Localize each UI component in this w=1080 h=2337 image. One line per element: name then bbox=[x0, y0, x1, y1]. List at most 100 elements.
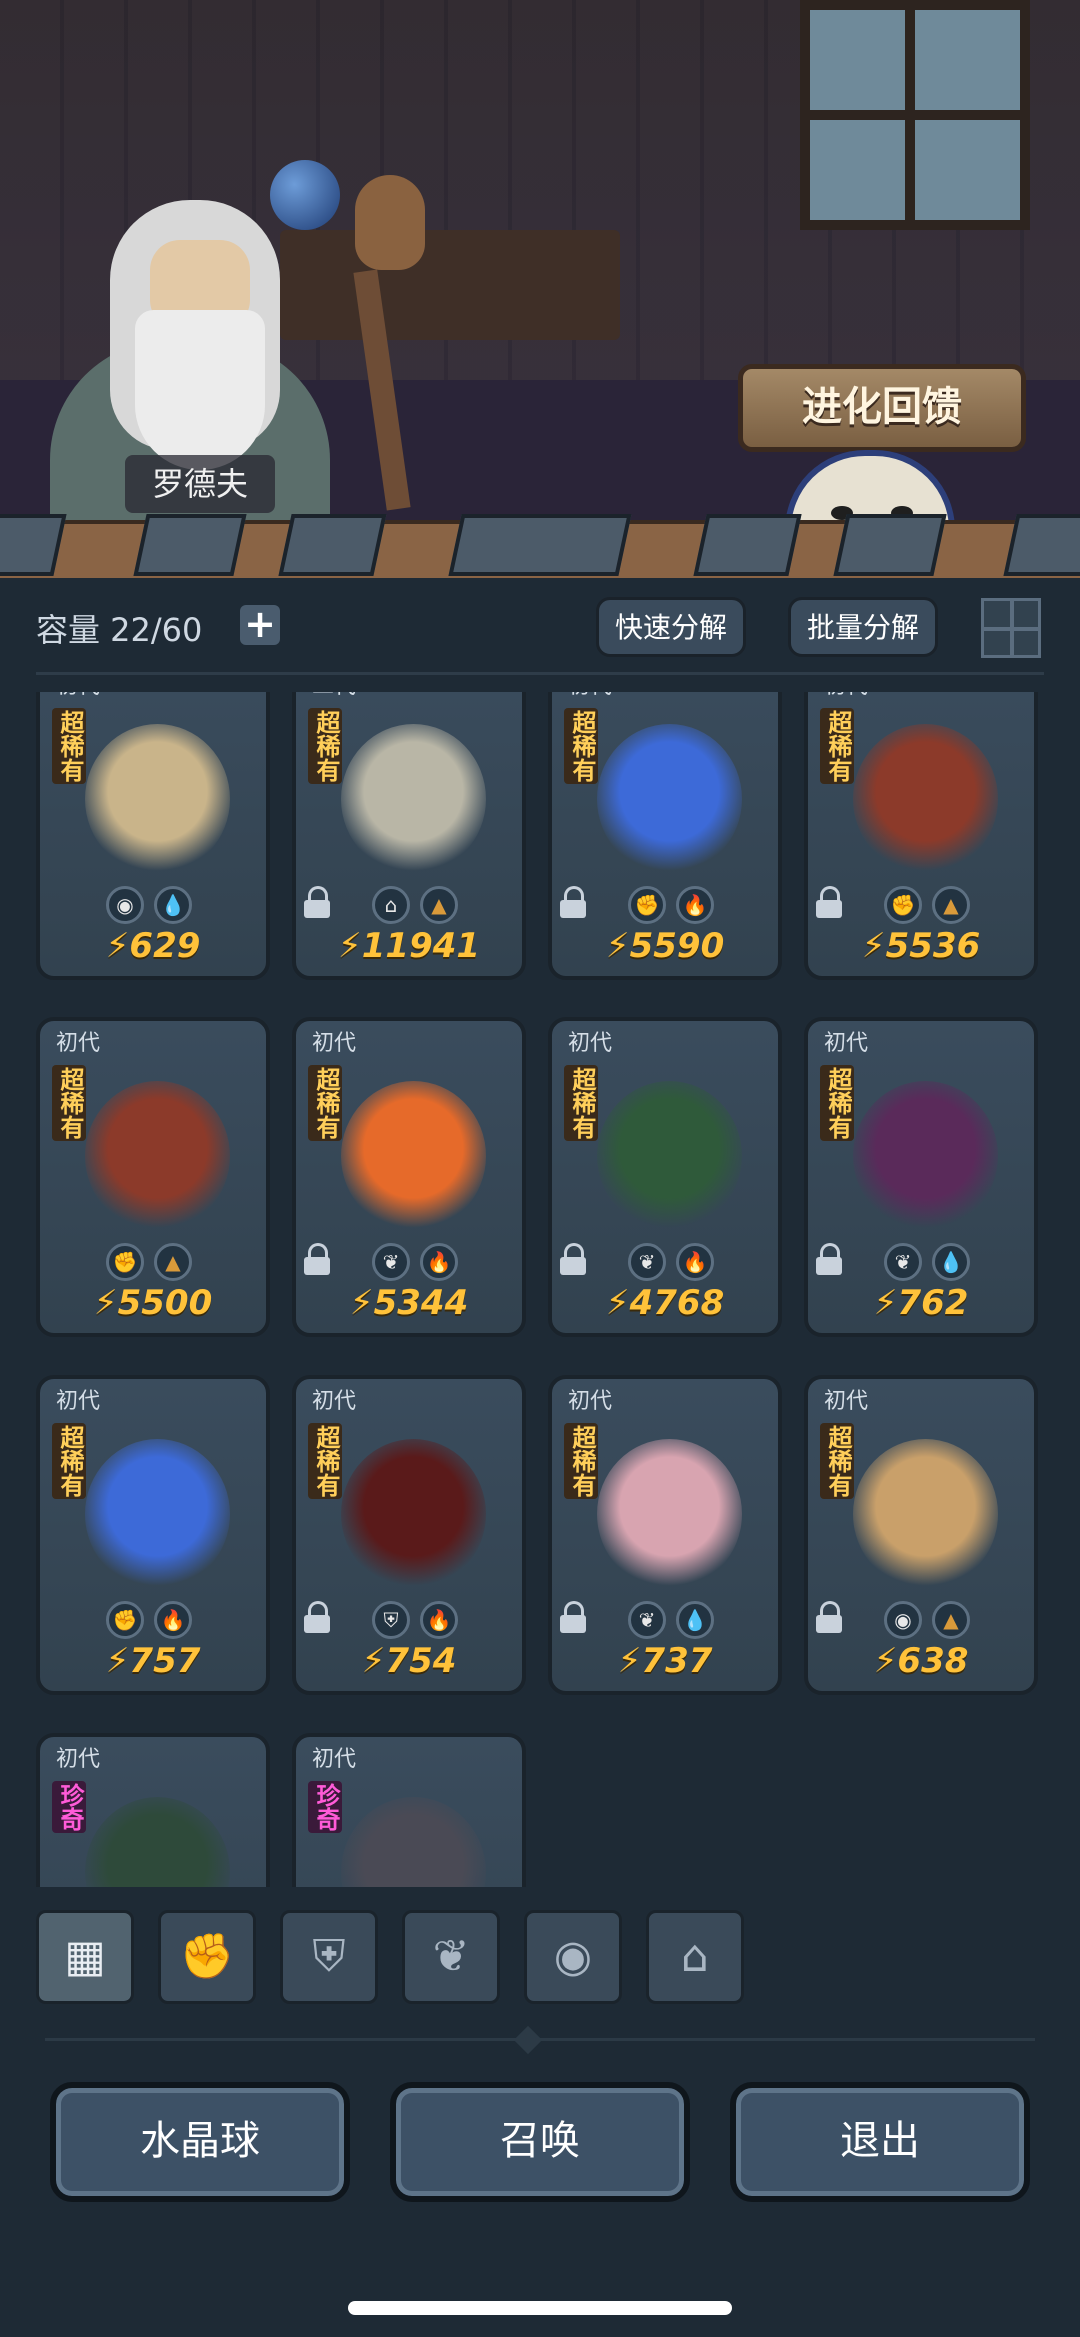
monster-card[interactable]: 初代 超稀有 ❦ 🔥 ⚡5344 bbox=[292, 1017, 526, 1337]
lock-icon[interactable] bbox=[560, 1601, 588, 1633]
power-value: ⚡5590 bbox=[605, 926, 725, 966]
quick-decompose-button[interactable]: 快速分解 bbox=[596, 597, 746, 657]
generation-label: 初代 bbox=[56, 1031, 101, 1056]
power-value: ⚡757 bbox=[105, 1641, 201, 1681]
lock-icon[interactable] bbox=[304, 1243, 332, 1275]
house-filter-icon[interactable]: ⌂ bbox=[646, 1910, 744, 2004]
monster-card[interactable]: 初代 超稀有 ❦ 💧 ⚡762 bbox=[804, 1017, 1038, 1337]
monster-card[interactable]: 初代超稀有派◉💧⚡629 bbox=[36, 692, 270, 980]
power-value: ⚡629 bbox=[105, 926, 201, 966]
plus-icon[interactable]: + bbox=[240, 605, 280, 645]
lock-icon[interactable] bbox=[816, 1601, 844, 1633]
monster-portrait bbox=[853, 1081, 998, 1231]
generation-label: 初代 bbox=[824, 1031, 869, 1056]
rarity-badge: 珍奇 bbox=[308, 1781, 342, 1833]
monster-portrait bbox=[341, 1081, 486, 1231]
power-value: ⚡638 bbox=[873, 1641, 969, 1681]
sprout-filter-icon[interactable]: ❦ bbox=[402, 1910, 500, 2004]
monster-portrait bbox=[853, 724, 998, 874]
all-filter-icon[interactable]: ▦ bbox=[36, 1910, 134, 2004]
fire-icon: 🔥 bbox=[420, 1243, 458, 1281]
earth-icon: ▲ bbox=[154, 1243, 192, 1281]
monster-card[interactable]: 初代超稀有 ✊ 🔥⚡5590 bbox=[548, 692, 782, 980]
alien-icon: ◉ bbox=[884, 1601, 922, 1639]
power-value: ⚡737 bbox=[617, 1641, 713, 1681]
monster-card[interactable]: 初代 超稀有 ◉ ▲ ⚡638 bbox=[804, 1375, 1038, 1695]
generation-label: 初代 bbox=[312, 1747, 357, 1772]
sprout-icon: ❦ bbox=[628, 1601, 666, 1639]
generation-label: 初代 bbox=[312, 1389, 357, 1414]
generation-label: 初代 bbox=[568, 1389, 613, 1414]
generation-label: 初代 bbox=[56, 692, 100, 700]
monster-portrait bbox=[597, 1081, 742, 1231]
fist-icon: ✊ bbox=[884, 886, 922, 924]
shield-filter-icon[interactable]: ⛨ bbox=[280, 1910, 378, 2004]
monster-card[interactable]: 初代 超稀有 ❦ 🔥 ⚡4768 bbox=[548, 1017, 782, 1337]
water-icon: 💧 bbox=[154, 886, 192, 924]
house-icon: ⌂ bbox=[372, 886, 410, 924]
owl-figure bbox=[355, 175, 425, 270]
monster-card[interactable]: 初代 超稀有 ✊ ▲ ⚡5500 bbox=[36, 1017, 270, 1337]
generation-label: 初代 bbox=[568, 1031, 613, 1056]
rarity-badge: 超稀有 bbox=[308, 708, 342, 784]
monster-card[interactable]: 初代珍奇 bbox=[292, 1733, 526, 1887]
monster-card[interactable]: 初代 超稀有 ✊ 🔥 ⚡757 bbox=[36, 1375, 270, 1695]
fist-filter-icon[interactable]: ✊ bbox=[158, 1910, 256, 2004]
crystal-ball-button[interactable]: 水晶球 bbox=[50, 2082, 350, 2202]
sprout-icon: ❦ bbox=[372, 1243, 410, 1281]
home-indicator[interactable] bbox=[348, 2301, 732, 2315]
lock-icon[interactable] bbox=[816, 886, 844, 918]
earth-icon: ▲ bbox=[420, 886, 458, 924]
monster-card[interactable]: 初代珍奇 bbox=[36, 1733, 270, 1887]
monster-portrait bbox=[597, 724, 742, 874]
npc-name-label: 罗德夫 bbox=[125, 455, 275, 513]
fire-icon: 🔥 bbox=[420, 1601, 458, 1639]
monster-portrait bbox=[85, 724, 230, 874]
summon-button[interactable]: 召唤 bbox=[390, 2082, 690, 2202]
monster-portrait bbox=[853, 1439, 998, 1589]
alien-filter-icon[interactable]: ◉ bbox=[524, 1910, 622, 2004]
power-value: ⚡5500 bbox=[93, 1283, 213, 1323]
fist-icon: ✊ bbox=[106, 1601, 144, 1639]
scene-background: 罗德夫 进化回馈 bbox=[0, 0, 1080, 575]
fire-icon: 🔥 bbox=[676, 886, 714, 924]
monster-card[interactable]: 二代超稀有 ⌂ ▲⚡11941 bbox=[292, 692, 526, 980]
lock-icon[interactable] bbox=[560, 1243, 588, 1275]
lock-icon[interactable] bbox=[816, 1243, 844, 1275]
generation-label: 二代 bbox=[312, 692, 356, 700]
rarity-badge: 超稀有 bbox=[564, 1423, 598, 1499]
generation-label: 初代 bbox=[56, 1747, 101, 1772]
monster-portrait bbox=[597, 1439, 742, 1589]
power-value: ⚡5536 bbox=[861, 926, 981, 966]
power-value: ⚡762 bbox=[873, 1283, 969, 1323]
exit-button[interactable]: 退出 bbox=[730, 2082, 1030, 2202]
rarity-badge: 超稀有 bbox=[564, 1065, 598, 1141]
sprout-icon: ❦ bbox=[884, 1243, 922, 1281]
monster-card[interactable]: 初代 超稀有 ⛨ 🔥 ⚡754 bbox=[292, 1375, 526, 1695]
rarity-badge: 珍奇 bbox=[52, 1781, 86, 1833]
fire-icon: 🔥 bbox=[676, 1243, 714, 1281]
toolbar-divider bbox=[36, 672, 1044, 675]
earth-icon: ▲ bbox=[932, 886, 970, 924]
rarity-badge: 超稀有 bbox=[52, 1065, 86, 1141]
lock-icon[interactable] bbox=[304, 1601, 332, 1633]
monster-card-grid[interactable]: 初代超稀有派◉💧⚡629二代超稀有⌂▲⚡11941初代超稀有✊🔥⚡5590初代超… bbox=[36, 692, 1046, 1887]
monster-portrait bbox=[341, 724, 486, 874]
sprout-icon: ❦ bbox=[628, 1243, 666, 1281]
lock-icon[interactable] bbox=[560, 886, 588, 918]
grid-view-icon[interactable] bbox=[981, 598, 1041, 658]
monster-portrait bbox=[85, 1797, 230, 1887]
monster-card[interactable]: 初代超稀有 ✊ ▲⚡5536 bbox=[804, 692, 1038, 980]
earth-icon: ▲ bbox=[932, 1601, 970, 1639]
lock-icon[interactable] bbox=[304, 886, 332, 918]
evolution-feedback-button[interactable]: 进化回馈 bbox=[738, 364, 1026, 452]
element-filter-row: ▦ ✊ ⛨ ❦ ◉ ⌂ bbox=[36, 1910, 1046, 2020]
window bbox=[800, 0, 1030, 230]
rarity-badge: 超稀有 bbox=[52, 708, 86, 784]
batch-decompose-button[interactable]: 批量分解 bbox=[788, 597, 938, 657]
rarity-badge: 超稀有 bbox=[308, 1065, 342, 1141]
monster-card[interactable]: 初代超稀有 ❦ 💧 ⚡737 bbox=[548, 1375, 782, 1695]
rarity-badge: 超稀有 bbox=[820, 1065, 854, 1141]
shield-icon: ⛨ bbox=[372, 1601, 410, 1639]
water-icon: 💧 bbox=[676, 1601, 714, 1639]
